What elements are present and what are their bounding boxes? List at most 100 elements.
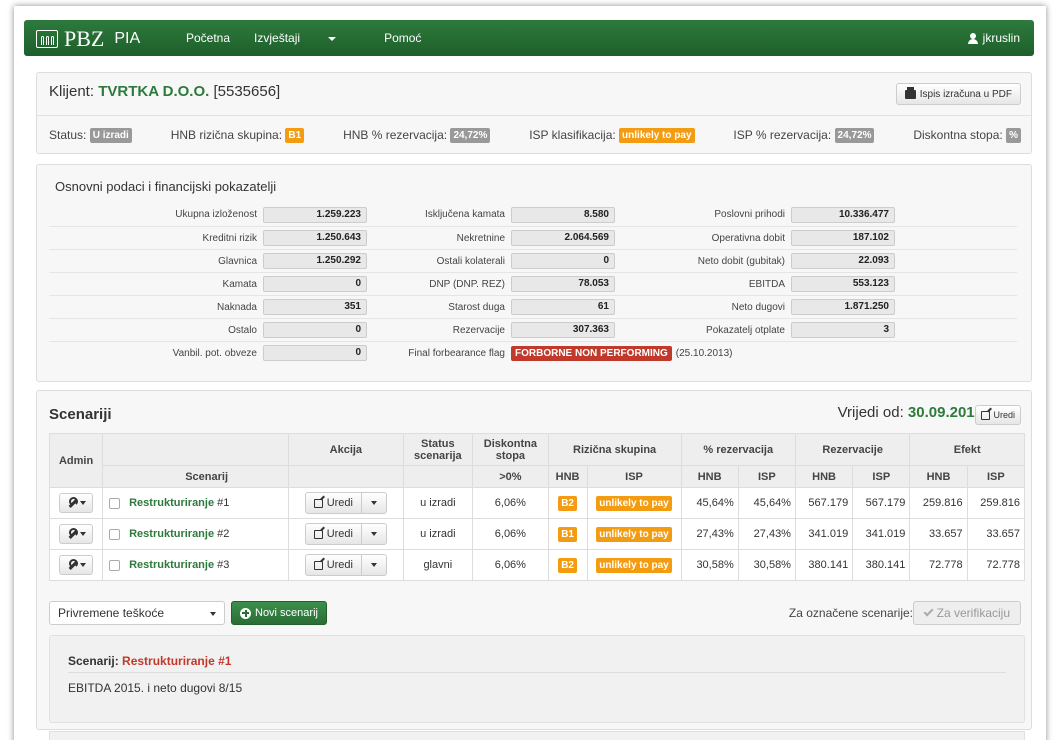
col-efekt: Efekt: [909, 433, 1025, 466]
hnb-pct-item: HNB % rezervacija: 24,72%: [343, 128, 491, 144]
fin-row: Naknada 351 Starost duga 61 Neto dugovi 1.871…: [49, 295, 1017, 318]
col-hnb: HNB: [909, 465, 968, 488]
fin-value: 187.102: [791, 230, 895, 246]
verify-button[interactable]: Za verifikaciju: [912, 601, 1021, 625]
nav-pocetna[interactable]: Početna: [186, 31, 230, 45]
col-isp: ISP: [586, 465, 682, 488]
fin-value: 61: [511, 299, 615, 315]
brand[interactable]: PBZ PIA: [36, 26, 140, 52]
col-hnb: HNB: [794, 465, 854, 488]
valid-from-date: 30.09.2015: [907, 404, 983, 421]
hnb-group-badge: B1: [285, 128, 305, 144]
check-icon: [923, 606, 934, 617]
scenario-checkbox[interactable]: [108, 497, 120, 509]
discount-cell: 6,06%: [472, 518, 549, 550]
fin-cell: Starost duga 61: [369, 299, 689, 315]
col-status-sub: [402, 465, 474, 488]
forbearance-date: (25.10.2013): [675, 347, 733, 359]
rez-isp-cell: 341.019: [852, 518, 911, 550]
edit-split-button: Uredi: [304, 523, 387, 545]
fin-label: Ukupna izloženost: [175, 209, 257, 220]
client-id: [5535656]: [213, 83, 281, 100]
fin-label: Naknada: [216, 301, 257, 313]
fin-label: Ostali kolaterali: [436, 255, 505, 267]
scenario-link[interactable]: Restrukturiranje: [129, 497, 214, 509]
ef-hnb-cell: 33.657: [909, 518, 968, 550]
edit-scenario-label: Uredi: [326, 559, 353, 571]
isp-pct-badge: 24,72%: [834, 128, 875, 144]
edit-icon: [981, 410, 991, 420]
scenario-link[interactable]: Restrukturiranje: [129, 559, 214, 571]
discount-cell: 6,06%: [472, 549, 549, 581]
edit-scenario-button[interactable]: Uredi: [306, 555, 362, 575]
hnb-group-cell: B2: [547, 487, 588, 519]
admin-menu-button[interactable]: [59, 493, 94, 513]
fin-cell: Nekretnine 2.064.569: [369, 230, 689, 246]
col-check: [102, 465, 126, 488]
admin-menu-button[interactable]: [59, 555, 94, 575]
financials-panel: Osnovni podaci i financijski pokazatelji…: [36, 164, 1032, 382]
user-menu[interactable]: jkruslin: [967, 31, 1020, 45]
next-detail-well: [49, 731, 1025, 740]
action-cell: Uredi: [288, 549, 404, 581]
isp-group-cell: unlikely to pay: [586, 549, 682, 581]
admin-cell: [48, 518, 104, 550]
valid-from-label: Vrijedi od:: [837, 404, 904, 421]
scenarios-table: Admin Akcija Status scenarija Diskontna …: [48, 433, 1026, 581]
scenario-type-select[interactable]: Privremene teškoće: [49, 601, 225, 625]
forbearance-badge: FORBORNE NON PERFORMING: [511, 345, 672, 361]
check-cell: [102, 487, 126, 519]
rez-isp-cell: 567.179: [852, 487, 911, 519]
hnb-group-cell: B2: [547, 549, 588, 581]
hnb-group-label: HNB rizična skupina:: [170, 128, 283, 142]
scenario-checkbox[interactable]: [108, 528, 120, 540]
scenario-detail: Scenarij: Restrukturiranje #1 EBITDA 201…: [49, 635, 1025, 723]
col-hnb: HNB: [680, 465, 739, 488]
app-window: PBZ PIA Početna Izvještaji Pomoć jkrusli…: [14, 6, 1046, 740]
col-status: Status scenarija: [402, 433, 474, 466]
admin-cell: [48, 487, 104, 519]
edit-date-button[interactable]: Uredi: [975, 405, 1021, 425]
admin-cell: [48, 549, 104, 581]
fin-label: Kreditni rizik: [202, 232, 257, 244]
nav-izvjestaji[interactable]: Izvještaji: [254, 31, 360, 45]
rez-hnb-cell: 341.019: [794, 518, 854, 550]
isp-group-cell: unlikely to pay: [586, 518, 682, 550]
edit-scenario-button[interactable]: Uredi: [306, 524, 362, 544]
fin-cell: Operativna dobit 187.102: [689, 230, 1017, 246]
fin-row: Kreditni rizik 1.250.643 Nekretnine 2.064.5…: [49, 226, 1017, 249]
fin-label: EBITDA: [748, 278, 785, 290]
scenario-checkbox[interactable]: [108, 559, 120, 571]
scenario-link[interactable]: Restrukturiranje: [129, 528, 214, 540]
fin-row: Kamata 0 DNP (DNP. REZ) 78.053 EBITDA 553.123: [49, 272, 1017, 295]
nav-pomoc[interactable]: Pomoć: [384, 31, 421, 45]
edit-scenario-button[interactable]: Uredi: [306, 493, 362, 513]
fin-label: Starost duga: [448, 301, 505, 313]
new-scenario-label: Novi scenarij: [255, 607, 318, 619]
isp-class-badge: unlikely to pay: [619, 128, 695, 144]
scenario-detail-prefix: Scenarij:: [68, 654, 119, 668]
isp-pct-item: ISP % rezervacija: 24,72%: [733, 128, 875, 144]
col-blank: [102, 433, 290, 466]
brand-name: PBZ: [64, 26, 105, 51]
fin-cell: DNP (DNP. REZ) 78.053: [369, 276, 689, 292]
user-icon: [967, 32, 978, 44]
edit-dropdown-toggle[interactable]: [362, 493, 386, 513]
bank-logo-icon: [36, 30, 58, 48]
fin-cell: Pokazatelj otplate 3: [689, 322, 1017, 338]
fin-cell: Ostali kolaterali 0: [369, 253, 689, 269]
edit-dropdown-toggle[interactable]: [362, 555, 386, 575]
admin-menu-button[interactable]: [59, 524, 94, 544]
edit-dropdown-toggle[interactable]: [362, 524, 386, 544]
scenario-number: #2: [217, 528, 230, 540]
pdf-export-button[interactable]: Ispis izračuna u PDF: [895, 83, 1021, 105]
fin-label: Vanbil. pot. obveze: [172, 347, 257, 359]
rez-isp-cell: 380.141: [852, 549, 911, 581]
fin-row: Ukupna izloženost 1.259.223 Isključena kam…: [49, 203, 1017, 226]
fin-value: 1.250.643: [263, 230, 367, 246]
hnb-group-item: HNB rizična skupina: B1: [170, 128, 305, 144]
fin-cell: Kreditni rizik 1.250.643: [49, 230, 369, 246]
new-scenario-button[interactable]: Novi scenarij: [231, 601, 327, 625]
printer-icon: [904, 86, 916, 99]
marked-scenarios-label: Za označene scenarije:: [788, 606, 913, 620]
